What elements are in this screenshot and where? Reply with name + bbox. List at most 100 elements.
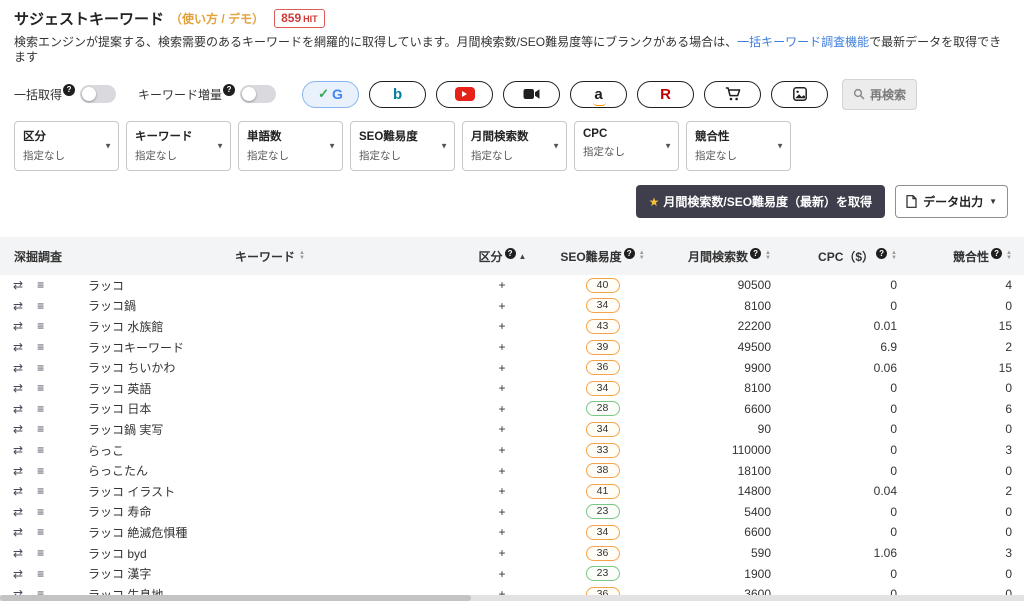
amazon-icon: a xyxy=(594,87,602,102)
col-header-competition[interactable]: 競合性 ? ▲▼ xyxy=(905,248,1024,265)
monthly-search-cell: 8100 xyxy=(660,299,785,313)
keyword-cell[interactable]: ラッコ xyxy=(80,277,460,294)
keyword-cell[interactable]: ラッコ鍋 xyxy=(80,297,460,314)
filter-dropdown-月間検索数[interactable]: 月間検索数 指定なし ▼ xyxy=(462,121,567,171)
help-icon[interactable]: ? xyxy=(991,248,1002,259)
volume-toggle[interactable] xyxy=(240,85,276,103)
data-export-button[interactable]: データ出力 ▼ xyxy=(895,185,1008,218)
seo-cell: 40 xyxy=(545,278,660,293)
competition-cell: 0 xyxy=(905,381,1024,395)
engine-image-button[interactable] xyxy=(771,81,828,108)
scrollbar-thumb[interactable] xyxy=(0,595,471,601)
suggest-deep-dive-icon[interactable]: ⇄ xyxy=(13,300,23,312)
volume-toggle-label: キーワード増量 xyxy=(138,86,222,103)
keyword-cell[interactable]: ラッコ byd xyxy=(80,545,460,562)
seo-badge: 43 xyxy=(586,319,620,334)
suggest-deep-dive-icon[interactable]: ⇄ xyxy=(13,341,23,353)
suggest-deep-dive-icon[interactable]: ⇄ xyxy=(13,465,23,477)
filter-dropdown-競合性[interactable]: 競合性 指定なし ▼ xyxy=(686,121,791,171)
deep-dive-cell: ⇄ ≡ xyxy=(0,465,80,477)
col-header-category[interactable]: 区分 ? ▲ xyxy=(460,248,545,265)
suggest-deep-dive-icon[interactable]: ⇄ xyxy=(13,506,23,518)
keyword-cell[interactable]: ラッコキーワード xyxy=(80,339,460,356)
keyword-cell[interactable]: ラッコ 英語 xyxy=(80,380,460,397)
filter-dropdown-キーワード[interactable]: キーワード 指定なし ▼ xyxy=(126,121,231,171)
horizontal-scrollbar[interactable] xyxy=(0,595,1024,601)
fetch-latest-label: 月間検索数/SEO難易度（最新）を取得 xyxy=(663,193,872,210)
cpc-cell: 1.06 xyxy=(785,546,905,560)
engine-rakuten-button[interactable]: R xyxy=(637,81,694,108)
suggest-deep-dive-icon[interactable]: ⇄ xyxy=(13,403,23,415)
suggest-deep-dive-icon[interactable]: ⇄ xyxy=(13,279,23,291)
engine-google-button[interactable]: ✓G xyxy=(302,81,359,108)
demo-link[interactable]: デモ xyxy=(228,12,252,26)
help-icon[interactable]: ? xyxy=(750,248,761,259)
keyword-cell[interactable]: らっこ xyxy=(80,442,460,459)
menu-icon[interactable]: ≡ xyxy=(37,465,44,477)
engine-amazon-button[interactable]: a xyxy=(570,81,627,108)
keyword-cell[interactable]: ラッコ 日本 xyxy=(80,400,460,417)
monthly-search-cell: 49500 xyxy=(660,340,785,354)
col-header-cpc[interactable]: CPC（$） ? ▲▼ xyxy=(785,248,905,265)
suggest-deep-dive-icon[interactable]: ⇄ xyxy=(13,320,23,332)
seo-cell: 36 xyxy=(545,546,660,561)
suggest-deep-dive-icon[interactable]: ⇄ xyxy=(13,485,23,497)
col-header-keyword[interactable]: キーワード ▲▼ xyxy=(80,248,460,265)
menu-icon[interactable]: ≡ xyxy=(37,362,44,374)
engine-video-button[interactable] xyxy=(503,81,560,108)
filter-dropdown-単語数[interactable]: 単語数 指定なし ▼ xyxy=(238,121,343,171)
suggest-deep-dive-icon[interactable]: ⇄ xyxy=(13,526,23,538)
filter-dropdown-SEO難易度[interactable]: SEO難易度 指定なし ▼ xyxy=(350,121,455,171)
col-header-monthly-search[interactable]: 月間検索数 ? ▲▼ xyxy=(660,248,785,265)
help-icon[interactable]: ? xyxy=(63,84,75,96)
category-cell: + xyxy=(460,464,545,478)
menu-icon[interactable]: ≡ xyxy=(37,526,44,538)
menu-icon[interactable]: ≡ xyxy=(37,506,44,518)
filter-dropdown-区分[interactable]: 区分 指定なし ▼ xyxy=(14,121,119,171)
cpc-cell: 0 xyxy=(785,464,905,478)
keyword-cell[interactable]: ラッコ 寿命 xyxy=(80,503,460,520)
suggest-deep-dive-icon[interactable]: ⇄ xyxy=(13,547,23,559)
menu-icon[interactable]: ≡ xyxy=(37,279,44,291)
keyword-cell[interactable]: ラッコ 絶滅危惧種 xyxy=(80,524,460,541)
menu-icon[interactable]: ≡ xyxy=(37,300,44,312)
engine-bing-button[interactable]: b xyxy=(369,81,426,108)
menu-icon[interactable]: ≡ xyxy=(37,444,44,456)
help-icon[interactable]: ? xyxy=(876,248,887,259)
fetch-latest-button[interactable]: ★ 月間検索数/SEO難易度（最新）を取得 xyxy=(636,185,885,218)
menu-icon[interactable]: ≡ xyxy=(37,485,44,497)
filter-dropdown-CPC[interactable]: CPC 指定なし ▼ xyxy=(574,121,679,171)
suggest-deep-dive-icon[interactable]: ⇄ xyxy=(13,382,23,394)
engine-cart-button[interactable] xyxy=(704,81,761,108)
keyword-cell[interactable]: ラッコ 水族館 xyxy=(80,318,460,335)
keyword-cell[interactable]: ラッコ イラスト xyxy=(80,483,460,500)
keyword-cell[interactable]: ラッコ ちいかわ xyxy=(80,359,460,376)
research-button[interactable]: 再検索 xyxy=(842,79,917,110)
menu-icon[interactable]: ≡ xyxy=(37,341,44,353)
help-icon[interactable]: ? xyxy=(223,84,235,96)
menu-icon[interactable]: ≡ xyxy=(37,382,44,394)
col-header-seo-difficulty[interactable]: SEO難易度 ? ▲▼ xyxy=(545,248,660,265)
suggest-deep-dive-icon[interactable]: ⇄ xyxy=(13,362,23,374)
help-icon[interactable]: ? xyxy=(624,248,635,259)
engine-youtube-button[interactable] xyxy=(436,81,493,108)
menu-icon[interactable]: ≡ xyxy=(37,568,44,580)
suggest-deep-dive-icon[interactable]: ⇄ xyxy=(13,423,23,435)
menu-icon[interactable]: ≡ xyxy=(37,423,44,435)
keyword-cell[interactable]: ラッコ 漢字 xyxy=(80,565,460,582)
menu-icon[interactable]: ≡ xyxy=(37,547,44,559)
star-icon: ★ xyxy=(649,195,660,209)
filter-value: 指定なし xyxy=(471,148,548,163)
menu-icon[interactable]: ≡ xyxy=(37,320,44,332)
menu-icon[interactable]: ≡ xyxy=(37,403,44,415)
usage-link[interactable]: 使い方 xyxy=(182,12,218,26)
deep-dive-cell: ⇄ ≡ xyxy=(0,341,80,353)
keyword-cell[interactable]: ラッコ鍋 実写 xyxy=(80,421,460,438)
monthly-search-cell: 90500 xyxy=(660,278,785,292)
bulk-toggle[interactable] xyxy=(80,85,116,103)
help-icon[interactable]: ? xyxy=(505,248,516,259)
suggest-deep-dive-icon[interactable]: ⇄ xyxy=(13,444,23,456)
bulk-survey-link[interactable]: 一括キーワード調査機能 xyxy=(737,35,869,49)
suggest-deep-dive-icon[interactable]: ⇄ xyxy=(13,568,23,580)
keyword-cell[interactable]: らっこたん xyxy=(80,462,460,479)
